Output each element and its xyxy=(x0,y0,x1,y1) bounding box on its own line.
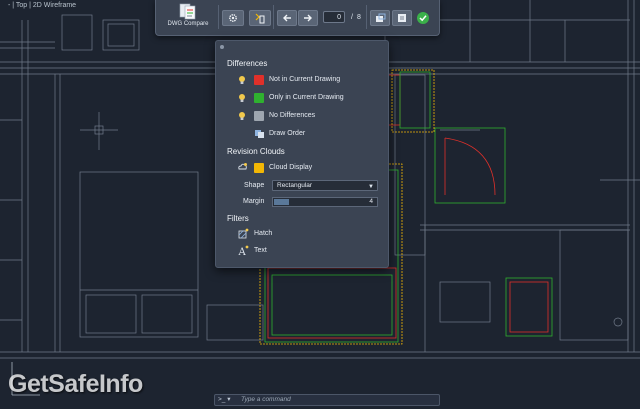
previous-change-button[interactable] xyxy=(277,10,297,26)
color-swatch-red[interactable] xyxy=(254,75,264,85)
command-input[interactable]: Type a command xyxy=(241,395,291,405)
shape-select[interactable]: Rectangular ▼ xyxy=(272,180,378,191)
checkmark-icon xyxy=(417,12,429,24)
dwg-compare-icon xyxy=(179,3,196,20)
shape-value: Rectangular xyxy=(277,182,313,189)
text-label: Text xyxy=(254,247,267,254)
toolbar-divider xyxy=(218,5,219,29)
arrow-left-icon xyxy=(283,14,291,22)
diff-label: Not in Current Drawing xyxy=(269,76,341,83)
settings-button[interactable] xyxy=(222,10,244,26)
total-changes: 8 xyxy=(356,13,361,21)
margin-slider[interactable]: 4 xyxy=(272,197,378,207)
differences-heading: Differences xyxy=(227,59,268,68)
counter-separator: / xyxy=(351,13,353,21)
hatch-icon xyxy=(238,228,249,239)
hatch-filter-toggle[interactable]: Hatch xyxy=(216,227,388,241)
diff-label: Only in Current Drawing xyxy=(269,94,344,101)
toggle-compare-icon xyxy=(255,13,265,23)
cloud-display-row: Cloud Display xyxy=(216,161,388,175)
export-snapshot-icon xyxy=(398,14,406,22)
filters-heading: Filters xyxy=(227,214,249,223)
diff-row-only-in-current: Only in Current Drawing xyxy=(216,91,388,105)
watermark-logo: GetSafeInfo xyxy=(8,370,143,398)
lightbulb-icon[interactable] xyxy=(238,111,246,121)
command-prompt-icon[interactable]: >_ ▾ xyxy=(218,395,230,405)
arrow-right-icon xyxy=(304,14,312,22)
accept-compare-button[interactable] xyxy=(416,10,430,24)
svg-text:A: A xyxy=(238,247,247,256)
toggle-compare-button[interactable] xyxy=(249,10,271,26)
color-swatch-gray[interactable] xyxy=(254,111,264,121)
lightbulb-icon[interactable] xyxy=(238,75,246,85)
hatch-label: Hatch xyxy=(254,230,273,237)
cloud-color-swatch[interactable] xyxy=(254,163,264,173)
next-change-button[interactable] xyxy=(298,10,318,26)
export-snapshot-button[interactable] xyxy=(392,10,412,26)
draw-order-label: Draw Order xyxy=(269,130,306,137)
cloud-display-label: Cloud Display xyxy=(269,164,313,171)
chevron-down-icon: ▼ xyxy=(368,184,374,190)
diff-row-not-in-current: Not in Current Drawing xyxy=(216,73,388,87)
text-filter-toggle[interactable]: A Text xyxy=(216,244,388,258)
diff-label: No Differences xyxy=(269,112,316,119)
margin-label: Margin xyxy=(243,198,265,205)
dwg-compare-label: DWG Compare xyxy=(167,21,209,27)
diff-row-no-differences: No Differences xyxy=(216,109,388,123)
current-change-index[interactable]: 0 xyxy=(323,11,345,23)
viewport-label[interactable]: - | Top | 2D Wireframe xyxy=(8,2,76,9)
compare-settings-panel: Differences Not in Current Drawing Only … xyxy=(215,40,389,268)
settings-icon xyxy=(229,14,237,22)
dwg-compare-button[interactable]: DWG Compare xyxy=(162,3,214,33)
lightbulb-icon[interactable] xyxy=(238,93,246,103)
margin-value: 4 xyxy=(369,198,373,205)
compare-toolbar: DWG Compare 0 / 8 xyxy=(155,0,440,36)
command-line[interactable]: >_ ▾ Type a command xyxy=(214,394,440,406)
shape-label: Shape xyxy=(244,182,265,189)
draw-order-button[interactable]: Draw Order xyxy=(216,127,388,141)
panel-grip-icon[interactable] xyxy=(220,45,224,49)
text-icon: A xyxy=(238,245,249,256)
draw-order-icon xyxy=(255,130,264,138)
color-swatch-green[interactable] xyxy=(254,93,264,103)
cloud-toggle-icon[interactable] xyxy=(237,162,248,173)
revision-clouds-heading: Revision Clouds xyxy=(227,147,285,156)
margin-slider-fill xyxy=(274,199,289,205)
toolbar-divider xyxy=(273,5,274,29)
copy-to-current-button[interactable] xyxy=(370,10,390,26)
copy-to-current-icon xyxy=(375,13,385,22)
toolbar-divider xyxy=(366,5,367,29)
